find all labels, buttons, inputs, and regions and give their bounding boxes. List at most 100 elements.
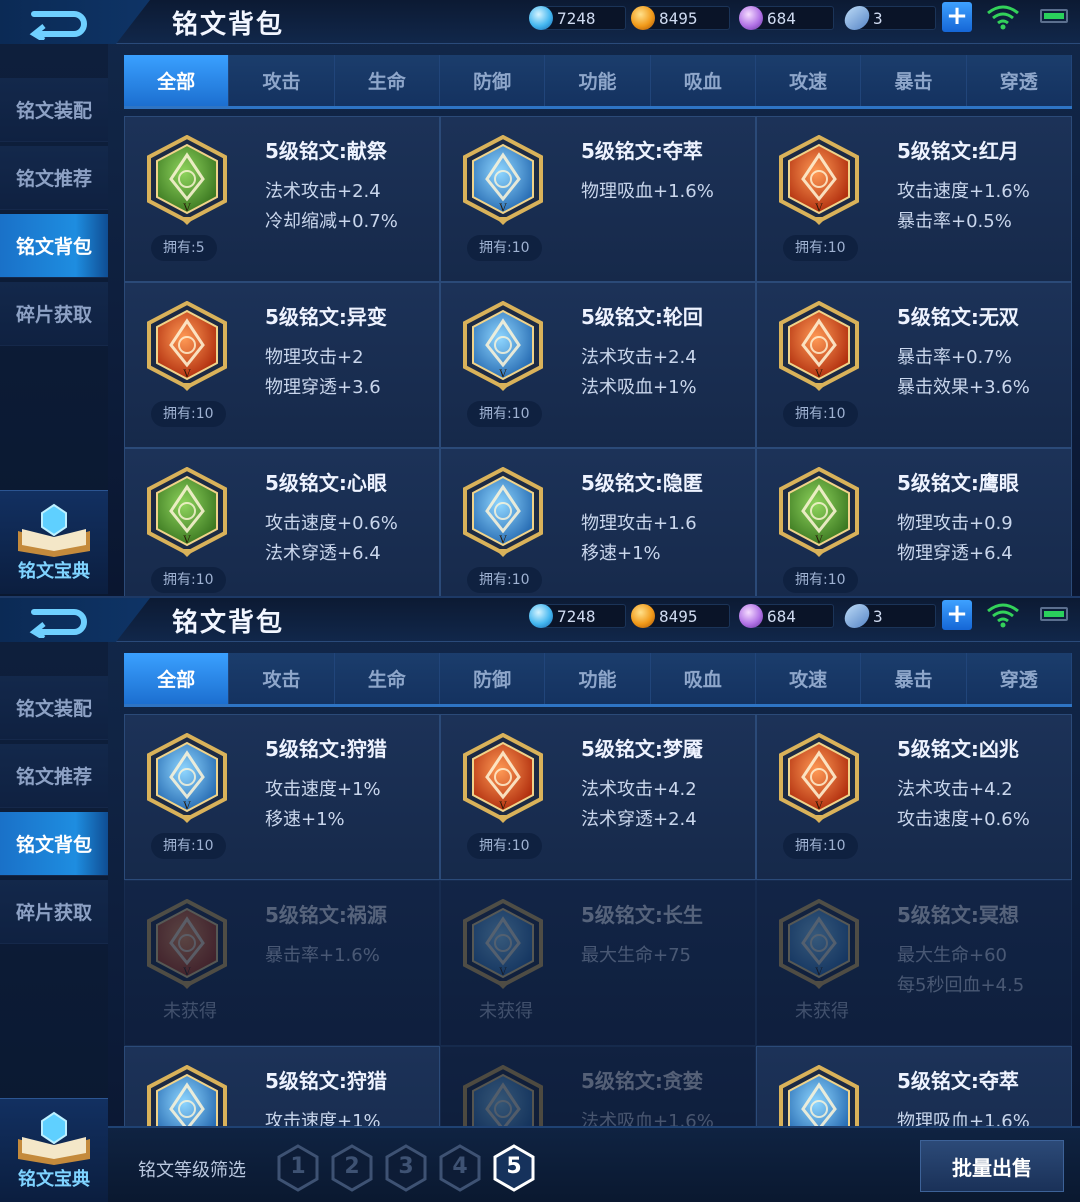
tab-8[interactable]: 穿透 xyxy=(966,653,1072,704)
level-filter-2[interactable]: 3 xyxy=(384,1144,428,1192)
sidebar-item-0[interactable]: 铭文装配 xyxy=(0,676,108,740)
rune-owned-count: 拥有:10 xyxy=(151,401,226,427)
rune-owned-count: 拥有:10 xyxy=(151,833,226,859)
book-icon xyxy=(18,1111,90,1165)
add-currency-button[interactable]: + xyxy=(942,2,972,32)
rune-stat-2: 移速+1% xyxy=(581,543,661,564)
tab-2[interactable]: 生命 xyxy=(334,55,440,106)
rune-name: 5级铭文:贪婪 xyxy=(581,1069,703,1093)
rune-name: 5级铭文:轮回 xyxy=(581,305,703,329)
rune-name: 5级铭文:隐匿 xyxy=(581,471,703,495)
tab-5[interactable]: 吸血 xyxy=(650,55,756,106)
gold-counter: 8495 xyxy=(631,6,730,30)
rune-card[interactable]: V 5级铭文:隐匿 物理攻击+1.6 移速+1% 拥有:10 xyxy=(440,448,756,596)
rune-codex-button[interactable]: 铭文宝典 xyxy=(0,490,108,594)
tab-2[interactable]: 生命 xyxy=(334,653,440,704)
purple-gem-icon xyxy=(739,6,763,30)
rune-stat-1: 攻击速度+1.6% xyxy=(897,181,1030,202)
tab-3[interactable]: 防御 xyxy=(439,55,546,106)
tab-4[interactable]: 功能 xyxy=(545,55,651,106)
tab-0[interactable]: 全部 xyxy=(124,55,230,106)
rune-owned-count: 拥有:10 xyxy=(467,567,542,593)
rune-card[interactable]: V 5级铭文:异变 物理攻击+2 物理穿透+3.6 拥有:10 xyxy=(124,282,440,448)
panel-bottom: 铭文背包 7248 8495 684 3 + 铭文装配 铭文推荐 铭文背包 碎片获取 … xyxy=(0,596,1080,1202)
tab-6[interactable]: 攻速 xyxy=(755,653,862,704)
diamond-counter: 7248 xyxy=(529,6,626,30)
rune-card[interactable]: V 5级铭文:红月 攻击速度+1.6% 暴击率+0.5% 拥有:10 xyxy=(756,116,1072,282)
rune-card[interactable]: V 5级铭文:鹰眼 物理攻击+0.9 物理穿透+6.4 拥有:10 xyxy=(756,448,1072,596)
level-filter-label: 1 xyxy=(290,1154,306,1179)
tab-6[interactable]: 攻速 xyxy=(755,55,862,106)
sidebar-item-2[interactable]: 铭文背包 xyxy=(0,214,108,278)
tab-3[interactable]: 防御 xyxy=(439,653,546,704)
tab-0[interactable]: 全部 xyxy=(124,653,230,704)
sidebar-item-0[interactable]: 铭文装配 xyxy=(0,78,108,142)
rune-card[interactable]: V 5级铭文:心眼 攻击速度+0.6% 法术穿透+6.4 拥有:10 xyxy=(124,448,440,596)
rune-stat-2: 暴击效果+3.6% xyxy=(897,377,1030,398)
sidebar-item-3[interactable]: 碎片获取 xyxy=(0,282,108,346)
tab-7[interactable]: 暴击 xyxy=(861,55,967,106)
card-counter: 3 xyxy=(842,604,936,628)
tab-5[interactable]: 吸血 xyxy=(650,653,756,704)
top-bar: 铭文背包 7248 8495 684 3 + xyxy=(0,0,1080,44)
tab-1[interactable]: 攻击 xyxy=(229,653,335,704)
svg-text:V: V xyxy=(182,203,191,214)
rune-stat-2: 物理穿透+3.6 xyxy=(265,377,381,398)
rune-card[interactable]: V 5级铭文:献祭 法术攻击+2.4 冷却缩减+0.7% 拥有:5 xyxy=(124,116,440,282)
bottom-bar: 铭文等级筛选 1 2 3 4 5 批量出售 xyxy=(108,1126,1080,1202)
diamond-value: 7248 xyxy=(557,606,596,626)
tab-7[interactable]: 暴击 xyxy=(861,653,967,704)
rune-stat-2: 攻击速度+0.6% xyxy=(897,809,1030,830)
rune-name: 5级铭文:鹰眼 xyxy=(897,471,1019,495)
sidebar-item-3[interactable]: 碎片获取 xyxy=(0,880,108,944)
sidebar-item-1[interactable]: 铭文推荐 xyxy=(0,146,108,210)
level-filter-4[interactable]: 5 xyxy=(492,1144,536,1192)
tab-8[interactable]: 穿透 xyxy=(966,55,1072,106)
level-filter-1[interactable]: 2 xyxy=(330,1144,374,1192)
rune-owned-count: 拥有:10 xyxy=(467,833,542,859)
sidebar-item-2[interactable]: 铭文背包 xyxy=(0,812,108,876)
rune-stat-1: 物理攻击+2 xyxy=(265,347,364,368)
battery-icon xyxy=(1040,9,1068,23)
svg-text:V: V xyxy=(182,801,191,812)
level-filter-0[interactable]: 1 xyxy=(276,1144,320,1192)
page-title: 铭文背包 xyxy=(172,608,285,638)
rune-card[interactable]: V 5级铭文:无双 暴击率+0.7% 暴击效果+3.6% 拥有:10 xyxy=(756,282,1072,448)
tab-4[interactable]: 功能 xyxy=(545,653,651,704)
svg-text:V: V xyxy=(814,203,823,214)
tab-1[interactable]: 攻击 xyxy=(229,55,335,106)
rune-card[interactable]: V 5级铭文:狩猎 攻击速度+1% 移速+1% 拥有:10 xyxy=(124,714,440,880)
rune-card[interactable]: V 5级铭文:祸源 暴击率+1.6% 未获得 xyxy=(124,880,440,1046)
rune-owned-count: 拥有:5 xyxy=(151,235,217,261)
sidebar-item-1[interactable]: 铭文推荐 xyxy=(0,744,108,808)
svg-text:V: V xyxy=(182,535,191,546)
rune-owned-count: 拥有:10 xyxy=(783,567,858,593)
rune-name: 5级铭文:夺萃 xyxy=(581,139,703,163)
level-filter-3[interactable]: 4 xyxy=(438,1144,482,1192)
rune-card[interactable]: V 5级铭文:凶兆 法术攻击+4.2 攻击速度+0.6% 拥有:10 xyxy=(756,714,1072,880)
rune-card[interactable]: V 5级铭文:长生 最大生命+75 未获得 xyxy=(440,880,756,1046)
svg-text:V: V xyxy=(182,369,191,380)
add-currency-button[interactable]: + xyxy=(942,600,972,630)
back-button[interactable] xyxy=(0,0,150,44)
level-filter-label: 3 xyxy=(398,1154,414,1179)
wifi-icon xyxy=(987,603,1019,628)
rune-card[interactable]: V 5级铭文:冥想 最大生命+60 每5秒回血+4.5 未获得 xyxy=(756,880,1072,1046)
rune-name: 5级铭文:夺萃 xyxy=(897,1069,1019,1093)
rune-stat-1: 法术攻击+4.2 xyxy=(581,779,697,800)
purple-gem-counter: 684 xyxy=(739,604,834,628)
back-button[interactable] xyxy=(0,598,150,642)
svg-text:V: V xyxy=(814,967,823,978)
purple-gem-icon xyxy=(739,604,763,628)
wifi-icon xyxy=(987,5,1019,30)
rune-card[interactable]: V 5级铭文:梦魇 法术攻击+4.2 法术穿透+2.4 拥有:10 xyxy=(440,714,756,880)
diamond-counter: 7248 xyxy=(529,604,626,628)
rune-card[interactable]: V 5级铭文:轮回 法术攻击+2.4 法术吸血+1% 拥有:10 xyxy=(440,282,756,448)
card-icon xyxy=(842,6,872,30)
level-filter-label: 2 xyxy=(344,1154,360,1179)
bulk-sell-button[interactable]: 批量出售 xyxy=(920,1140,1064,1192)
rune-codex-button[interactable]: 铭文宝典 xyxy=(0,1098,108,1202)
rune-owned-count: 未获得 xyxy=(795,1001,849,1022)
svg-text:V: V xyxy=(498,369,507,380)
rune-card[interactable]: V 5级铭文:夺萃 物理吸血+1.6% 拥有:10 xyxy=(440,116,756,282)
